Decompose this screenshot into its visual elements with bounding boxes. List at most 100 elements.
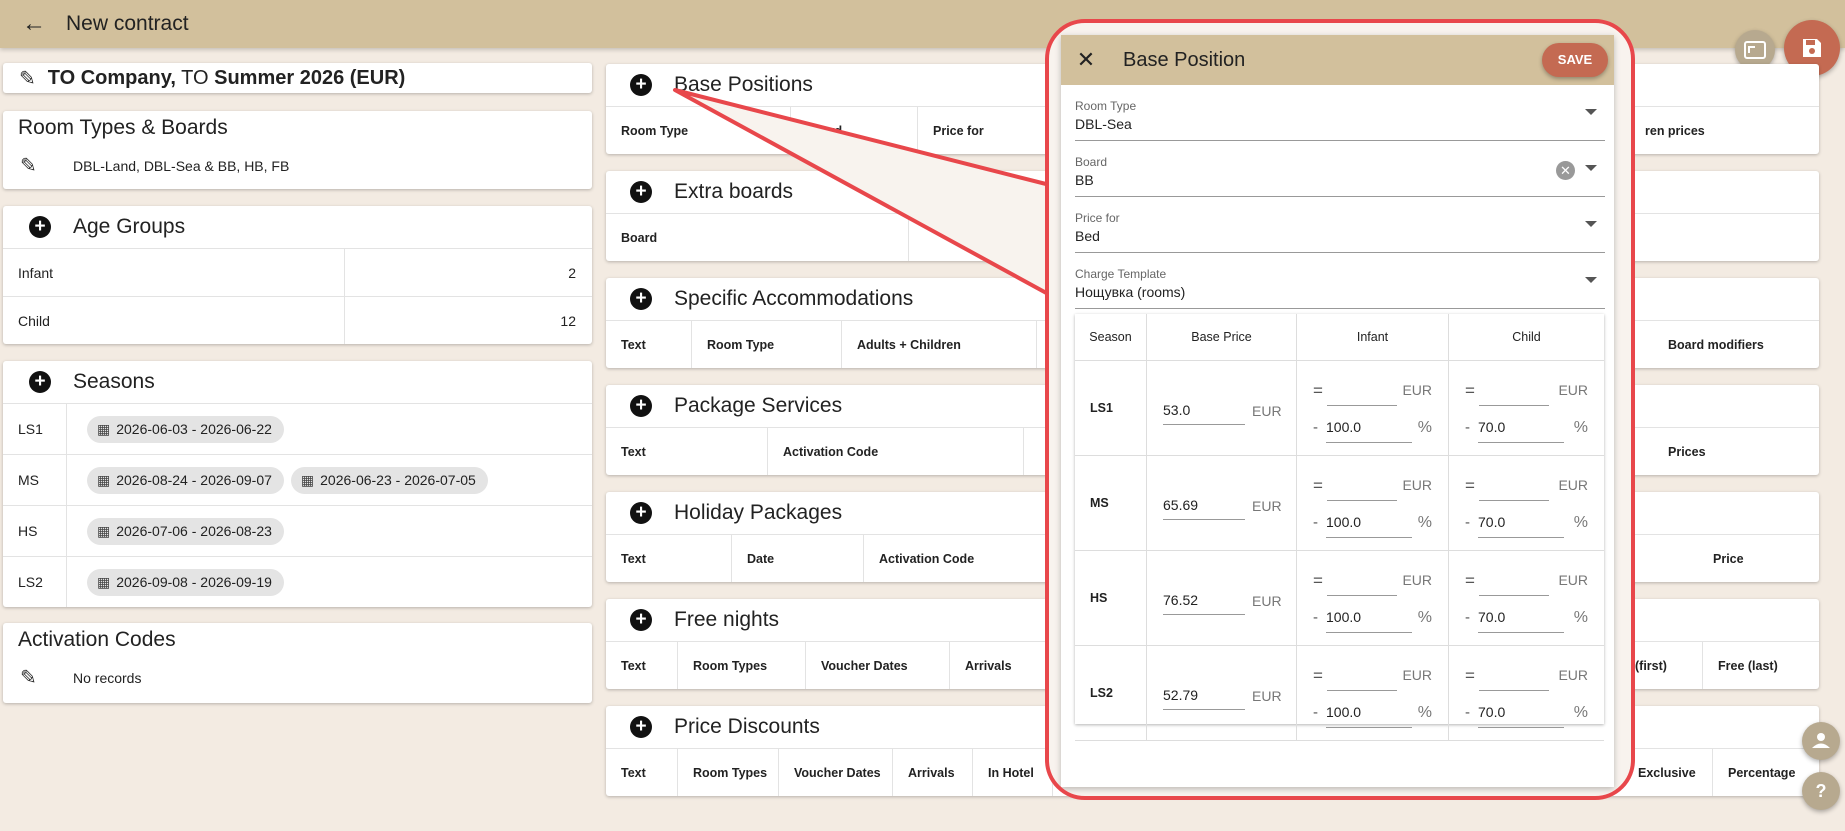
price-table: Season Base Price Infant Child LS1 53.0 …	[1075, 314, 1604, 741]
board-select[interactable]: Board BB ✕	[1075, 141, 1605, 197]
column-header: Board	[791, 107, 918, 154]
column-header: Exclusive	[1623, 749, 1713, 796]
activation-codes-card: Activation Codes ✎ No records	[3, 623, 592, 703]
field-label: Price for	[1075, 211, 1120, 225]
fixed-price-input[interactable]	[1327, 690, 1397, 691]
page-title: New contract	[66, 12, 189, 35]
plus-circle-icon[interactable]: +	[630, 716, 652, 738]
season-date-chip[interactable]: ▦ 2026-09-08 - 2026-09-19	[87, 568, 284, 596]
base-price-input[interactable]: 53.0	[1163, 399, 1245, 425]
card-title: Package Services	[674, 394, 843, 417]
seasons-card: + Seasons LS1 ▦ 2026-06-03 - 2026-06-22 M…	[3, 361, 592, 607]
percent-input[interactable]: 70.0	[1478, 704, 1564, 728]
fixed-price-input[interactable]	[1327, 405, 1397, 406]
pencil-icon[interactable]: ✎	[19, 66, 36, 91]
currency-label: EUR	[1252, 688, 1282, 704]
plus-circle-icon[interactable]: +	[630, 502, 652, 524]
help-button[interactable]: ?	[1802, 772, 1840, 810]
percent-input[interactable]: 100.0	[1326, 609, 1412, 633]
chevron-down-icon[interactable]	[1585, 109, 1597, 115]
base-price-input[interactable]: 65.69	[1163, 494, 1245, 520]
base-price-input[interactable]: 76.52	[1163, 589, 1245, 615]
infant-price-cell: = EUR - 100.0 %	[1297, 456, 1449, 550]
minus-sign: -	[1465, 609, 1470, 626]
base-price-input[interactable]: 52.79	[1163, 684, 1245, 710]
child-price-cell: = EUR - 70.0 %	[1449, 646, 1604, 740]
percent-input[interactable]: 70.0	[1478, 419, 1564, 443]
percent-input[interactable]: 100.0	[1326, 704, 1412, 728]
currency-label: EUR	[1558, 572, 1588, 588]
percent-label: %	[1417, 704, 1432, 721]
pencil-icon[interactable]: ✎	[20, 153, 37, 178]
field-value: DBL-Sea	[1075, 116, 1132, 132]
contract-title: TO Company, TO Summer 2026 (EUR)	[47, 66, 406, 89]
guide-icon	[1812, 733, 1830, 748]
column-header: Voucher Dates	[779, 749, 893, 796]
contract-title-card: ✎ TO Company, TO Summer 2026 (EUR)	[3, 63, 592, 93]
plus-circle-icon[interactable]: +	[29, 216, 51, 238]
base-price-cell: 76.52 EUR	[1147, 551, 1297, 645]
equals-sign: =	[1465, 381, 1475, 400]
plus-circle-icon[interactable]: +	[29, 371, 51, 393]
minus-sign: -	[1313, 419, 1318, 436]
percent-input[interactable]: 100.0	[1326, 514, 1412, 538]
equals-sign: =	[1313, 381, 1323, 400]
calendar-icon: ▦	[300, 471, 315, 488]
fixed-price-input[interactable]	[1479, 500, 1549, 501]
calendar-icon: ▦	[97, 420, 111, 437]
back-arrow-icon[interactable]: ←	[20, 10, 48, 38]
column-header: Text	[606, 535, 732, 582]
percent-input[interactable]: 100.0	[1326, 419, 1412, 443]
currency-label: EUR	[1558, 382, 1588, 398]
season-code: HS	[1075, 551, 1147, 645]
column-header: Text	[606, 642, 678, 689]
percent-input[interactable]: 70.0	[1478, 514, 1564, 538]
fixed-price-input[interactable]	[1327, 595, 1397, 596]
column-header: Room Types	[678, 642, 806, 689]
fixed-price-input[interactable]	[1327, 500, 1397, 501]
table-row: MS 65.69 EUR = EUR - 100.0 % = EUR - 70.…	[1075, 456, 1604, 551]
season-date-chip[interactable]: ▦ 2026-06-03 - 2026-06-22	[87, 415, 284, 443]
pencil-icon[interactable]: ✎	[20, 665, 37, 690]
column-header: Text	[606, 321, 692, 368]
season-date-chip[interactable]: ▦ 2026-07-06 - 2026-08-23	[87, 517, 284, 545]
close-icon[interactable]: ✕	[1061, 47, 1111, 73]
fixed-price-input[interactable]	[1479, 690, 1549, 691]
price-for-select[interactable]: Price for Bed	[1075, 197, 1605, 253]
percent-input[interactable]: 70.0	[1478, 609, 1564, 633]
season-date-chip[interactable]: ▦ 2026-06-23 - 2026-07-05	[290, 466, 488, 494]
plus-circle-icon[interactable]: +	[630, 395, 652, 417]
plus-circle-icon[interactable]: +	[630, 181, 652, 203]
table-row: LS2 52.79 EUR = EUR - 100.0 % = EUR - 70…	[1075, 646, 1604, 741]
plus-circle-icon[interactable]: +	[630, 288, 652, 310]
table-row: LS2 ▦ 2026-09-08 - 2026-09-19	[3, 556, 592, 607]
guide-button[interactable]	[1802, 722, 1840, 760]
age-group-name: Child	[3, 297, 345, 344]
chevron-down-icon[interactable]	[1585, 165, 1597, 171]
minus-sign: -	[1313, 609, 1318, 626]
chevron-down-icon[interactable]	[1585, 277, 1597, 283]
age-groups-card: + Age Groups Infant 2 Child 12	[3, 206, 592, 344]
table-row: LS1 53.0 EUR = EUR - 100.0 % = EUR - 70.…	[1075, 361, 1604, 456]
chevron-down-icon[interactable]	[1585, 221, 1597, 227]
age-groups-title: Age Groups	[73, 215, 186, 238]
clear-icon[interactable]: ✕	[1556, 161, 1575, 180]
fixed-price-input[interactable]	[1479, 405, 1549, 406]
field-label: Room Type	[1075, 99, 1137, 113]
charge-template-select[interactable]: Charge Template Нощувка (rooms)	[1075, 253, 1605, 309]
calendar-icon: ▦	[97, 522, 111, 539]
minus-sign: -	[1313, 704, 1318, 721]
column-header: Base Price	[1147, 314, 1297, 360]
currency-label: EUR	[1252, 498, 1282, 514]
save-button[interactable]: SAVE	[1542, 43, 1608, 77]
room-type-select[interactable]: Room Type DBL-Sea	[1075, 85, 1605, 141]
equals-sign: =	[1465, 571, 1475, 590]
plus-circle-icon[interactable]: +	[630, 74, 652, 96]
plus-circle-icon[interactable]: +	[630, 609, 652, 631]
fixed-price-input[interactable]	[1479, 595, 1549, 596]
calendar-icon: ▦	[97, 573, 111, 590]
equals-sign: =	[1465, 666, 1475, 685]
age-group-value: 12	[560, 312, 576, 329]
percent-label: %	[1417, 609, 1432, 626]
season-date-chip[interactable]: ▦ 2026-08-24 - 2026-09-07	[87, 466, 284, 494]
